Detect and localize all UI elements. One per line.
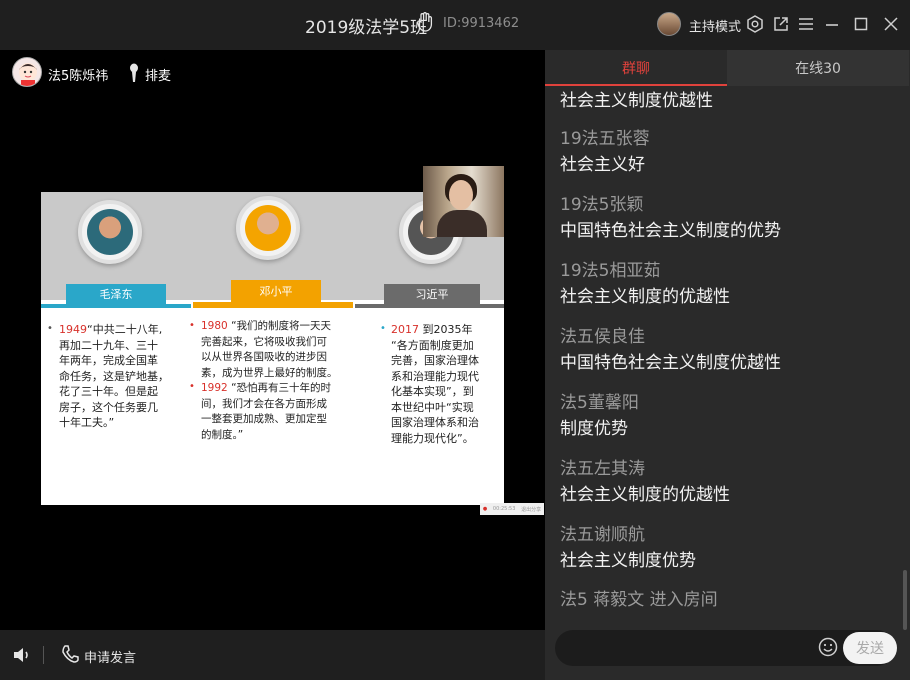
queue-button[interactable]: 排麦 — [145, 65, 171, 84]
mic-icon[interactable] — [128, 63, 140, 83]
chat-scrollbar[interactable] — [903, 570, 907, 630]
leader-label-xi: 习近平 — [384, 284, 480, 304]
share-timer: 00:25:53 — [492, 506, 516, 512]
menu-icon[interactable] — [796, 14, 816, 34]
slide-col-mao: 1949“中共二十八年, 再加二十九年、三十 年两年，完成全国革 命任务，这是铲… — [59, 323, 169, 429]
slide-col-xi: 2017 到2035年 “各方面制度更加 完善，国家治理体 系和治理能力现代 化… — [391, 323, 479, 445]
exit-share-button[interactable]: 退出分享 — [521, 506, 541, 513]
year-1949: 1949 — [59, 323, 87, 336]
host-mode-label[interactable]: 主持模式 — [689, 16, 741, 35]
join-notice: 法5 蒋毅文 进入房间 — [560, 590, 718, 610]
emoji-icon[interactable] — [818, 637, 838, 657]
phone-icon[interactable] — [61, 644, 79, 664]
bar-xi — [355, 304, 504, 308]
leader-label-deng: 邓小平 — [231, 280, 321, 302]
host-avatar[interactable] — [657, 12, 681, 36]
year-2017: 2017 — [391, 323, 419, 336]
chat-sender: 19法五张蓉 — [560, 129, 650, 149]
user-avatar[interactable] — [12, 57, 42, 87]
shared-slide: 毛泽东 邓小平 习近平 • 1949“中共二十八年, 再加二十九年、三十 年两年… — [41, 192, 504, 505]
presenter-webcam[interactable] — [423, 166, 504, 237]
chat-message: 社会主义制度优势 — [560, 551, 696, 571]
toolbar-divider — [43, 646, 44, 664]
chat-message: 中国特色社会主义制度优越性 — [560, 353, 781, 373]
tab-group-chat[interactable]: 群聊 — [545, 50, 727, 86]
chat-panel: 群聊 在线30 社会主义制度优越性 19法五张蓉 社会主义好 19法5张颖 中国… — [545, 50, 910, 680]
tab-online[interactable]: 在线30 — [727, 50, 909, 86]
chat-message-partial: 社会主义制度优越性 — [560, 91, 713, 111]
chat-message: 制度优势 — [560, 419, 628, 439]
speaker-icon[interactable] — [12, 645, 32, 665]
chat-message: 社会主义制度的优越性 — [560, 485, 730, 505]
portrait-mao — [78, 200, 142, 264]
chat-message: 中国特色社会主义制度的优势 — [560, 221, 781, 241]
minimize-icon[interactable] — [822, 14, 842, 34]
chat-sender: 19法5张颖 — [560, 195, 644, 215]
year-1992: 1992 — [201, 382, 228, 394]
room-id: ID:9913462 — [443, 16, 520, 31]
share-status-bar: ● 00:25:53 退出分享 — [480, 503, 544, 515]
window-title: 2019级法学5班 — [305, 18, 428, 38]
bottom-toolbar: 申请发言 — [0, 630, 545, 680]
chat-sender: 法五左其涛 — [560, 459, 645, 479]
bullet-dot: • — [380, 323, 386, 334]
bullet-dot: • — [189, 320, 195, 331]
settings-icon[interactable] — [745, 14, 765, 34]
popout-icon[interactable] — [771, 14, 791, 34]
chat-message: 社会主义好 — [560, 155, 645, 175]
stage-user-name: 法5陈烁祎 — [48, 69, 109, 84]
title-bar: 2019级法学5班 ID:9913462 主持模式 — [0, 0, 910, 50]
send-button[interactable]: 发送 — [843, 632, 897, 664]
chat-sender: 法五侯良佳 — [560, 327, 645, 347]
close-icon[interactable] — [881, 14, 901, 34]
year-1980: 1980 — [201, 320, 228, 332]
bullet-dot: • — [47, 323, 53, 334]
chat-sender: 法5董馨阳 — [560, 393, 639, 413]
bar-mao — [41, 304, 191, 308]
apply-speak-button[interactable]: 申请发言 — [84, 647, 136, 666]
slide-col-deng: 1980 “我们的制度将一天天 完善起来，它将吸收我们可 以从世界各国吸收的进步… — [201, 320, 338, 441]
maximize-icon[interactable] — [851, 14, 871, 34]
hand-icon[interactable] — [416, 12, 434, 32]
leader-label-mao: 毛泽东 — [66, 284, 166, 304]
portrait-deng — [236, 196, 300, 260]
chat-sender: 19法5相亚茹 — [560, 261, 661, 281]
chat-sender: 法五谢顺航 — [560, 525, 645, 545]
bar-deng — [193, 302, 353, 308]
bullet-dot: • — [189, 381, 195, 392]
chat-message: 社会主义制度的优越性 — [560, 287, 730, 307]
chat-message-list[interactable]: 社会主义制度优越性 19法五张蓉 社会主义好 19法5张颖 中国特色社会主义制度… — [545, 86, 910, 626]
